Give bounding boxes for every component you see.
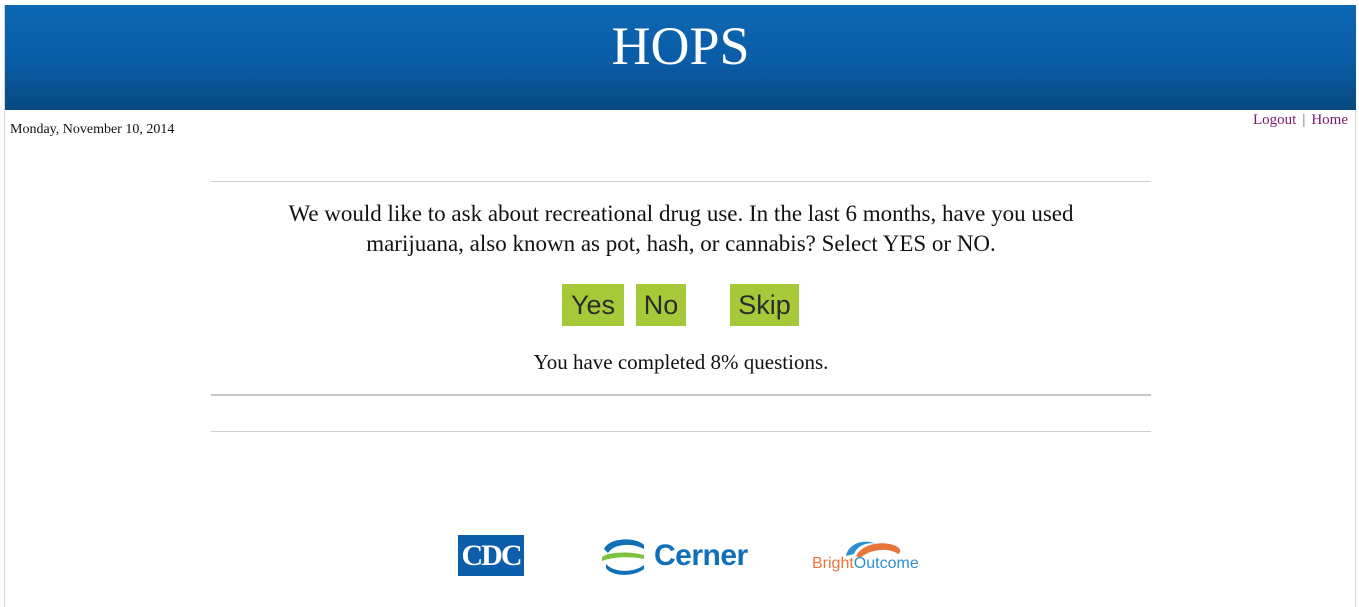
- brightoutcome-wordmark: BrightOutcome: [812, 555, 919, 573]
- cerner-swoosh-icon: [602, 539, 644, 575]
- cerner-logo: Cerner: [600, 536, 762, 576]
- no-button[interactable]: No: [636, 284, 686, 326]
- divider-bottom: [211, 431, 1151, 432]
- cdc-logo: CDC: [458, 535, 524, 576]
- brightoutcome-logo: BrightOutcome: [810, 538, 930, 578]
- skip-button[interactable]: Skip: [730, 284, 799, 326]
- question-line-1: We would like to ask about recreational …: [288, 201, 1074, 226]
- current-date: Monday, November 10, 2014: [10, 122, 175, 137]
- brightoutcome-wordmark-bright: Bright: [812, 555, 854, 572]
- app-header: HOPS: [5, 5, 1356, 110]
- divider-middle: [211, 394, 1151, 396]
- question-text: We would like to ask about recreational …: [211, 199, 1151, 259]
- brightoutcome-wordmark-outcome: Outcome: [853, 555, 919, 572]
- home-link[interactable]: Home: [1311, 112, 1348, 128]
- logout-link[interactable]: Logout: [1253, 112, 1296, 128]
- app-title: HOPS: [611, 15, 750, 76]
- question-line-2: marijuana, also known as pot, hash, or c…: [366, 231, 996, 256]
- yes-button[interactable]: Yes: [562, 284, 624, 326]
- cerner-wordmark: Cerner: [654, 539, 748, 572]
- nav-separator: |: [1302, 112, 1306, 128]
- progress-text: You have completed 8% questions.: [533, 350, 829, 374]
- divider-top: [211, 181, 1151, 182]
- top-nav: Logout | Home: [1253, 112, 1348, 129]
